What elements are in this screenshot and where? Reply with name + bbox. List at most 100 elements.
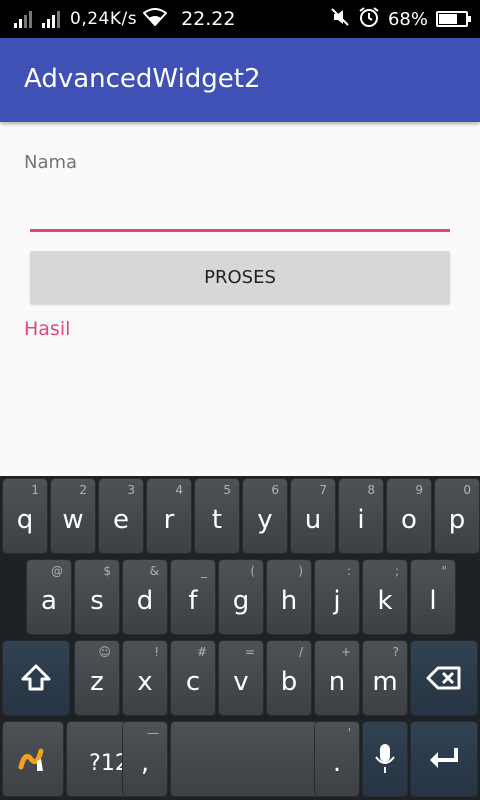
key-n[interactable]: + n	[314, 640, 360, 716]
key-hint: 8	[367, 483, 375, 497]
key-y[interactable]: 6y	[242, 478, 288, 554]
hasil-text: Hasil	[24, 318, 71, 340]
key-hint: 0	[463, 483, 471, 497]
key-j[interactable]: :j	[314, 559, 360, 635]
enter-icon	[430, 748, 458, 768]
key-label: z	[90, 667, 104, 697]
microphone-key[interactable]	[362, 721, 408, 797]
key-v[interactable]: = v	[218, 640, 264, 716]
key-hint: 1	[31, 483, 39, 497]
signal-2-icon	[42, 10, 64, 28]
key-hint: )	[298, 564, 303, 578]
key-hint: #	[196, 645, 207, 659]
key-label: w	[62, 505, 84, 535]
microphone-icon	[375, 744, 395, 773]
key-c[interactable]: # c	[170, 640, 216, 716]
key-label: x	[137, 667, 153, 697]
app-bar: AdvancedWidget2	[0, 38, 480, 122]
key-label: r	[163, 505, 175, 535]
key-label: y	[257, 505, 273, 535]
key-label: n	[328, 667, 346, 697]
key-hint: $	[103, 564, 111, 578]
key-t[interactable]: 5t	[194, 478, 240, 554]
key-q[interactable]: 1q	[2, 478, 48, 554]
status-bar-right: 68%	[330, 6, 471, 33]
key-b[interactable]: / b	[266, 640, 312, 716]
shift-key[interactable]	[2, 640, 70, 716]
key-hint: /	[298, 645, 303, 659]
key-hint: ;	[394, 564, 399, 578]
key-hint: @	[51, 564, 63, 578]
alarm-icon	[358, 6, 380, 33]
key-hint: ?	[392, 645, 399, 659]
key-hint: 4	[175, 483, 183, 497]
key-hint: :	[346, 564, 351, 578]
key-label: t	[211, 505, 223, 535]
key-label: b	[280, 667, 298, 697]
key-label: s	[90, 586, 104, 616]
signal-1-icon	[14, 10, 36, 28]
key-hint: 6	[271, 483, 279, 497]
backspace-icon	[426, 666, 461, 690]
key-p[interactable]: 0p	[434, 478, 480, 554]
mute-icon	[330, 7, 350, 32]
key-k[interactable]: ; k	[362, 559, 408, 635]
key-label: g	[232, 586, 250, 616]
period-key[interactable]: ' .	[314, 721, 360, 797]
key-i[interactable]: 8i	[338, 478, 384, 554]
key-label: q	[16, 505, 34, 535]
battery-icon	[436, 11, 471, 27]
backspace-key[interactable]	[410, 640, 478, 716]
key-hint: 2	[79, 483, 87, 497]
key-hint: 5	[223, 483, 231, 497]
status-bar-left: 0,24K/s 22.22	[14, 7, 236, 31]
comma-key[interactable]: —,	[122, 721, 168, 797]
status-bar: 0,24K/s 22.22 68%	[0, 0, 480, 38]
key-l[interactable]: " l	[410, 559, 456, 635]
key-label: a	[41, 586, 57, 616]
key-d[interactable]: & d	[122, 559, 168, 635]
key-label: u	[304, 505, 322, 535]
key-f[interactable]: _ f	[170, 559, 216, 635]
wifi-icon	[142, 7, 168, 31]
key-hint: "	[441, 564, 447, 578]
key-label: m	[372, 667, 398, 697]
key-hint: +	[340, 645, 351, 659]
key-label: h	[280, 586, 298, 616]
key-h[interactable]: ) h	[266, 559, 312, 635]
enter-key[interactable]	[410, 721, 478, 797]
key-u[interactable]: 7u	[290, 478, 336, 554]
nama-input[interactable]	[30, 186, 450, 232]
key-a[interactable]: @ a	[26, 559, 72, 635]
key-hint: 7	[319, 483, 327, 497]
key-label: l	[429, 586, 437, 616]
key-label: d	[136, 586, 154, 616]
proses-button[interactable]: PROSES	[30, 251, 450, 304]
key-g[interactable]: (g	[218, 559, 264, 635]
key-label: o	[401, 505, 417, 535]
key-r[interactable]: 4r	[146, 478, 192, 554]
shift-icon	[21, 664, 51, 691]
key-s[interactable]: $ s	[74, 559, 120, 635]
key-hint: =	[244, 645, 255, 659]
key-label: f	[188, 586, 198, 616]
network-speed: 0,24K/s	[70, 9, 138, 29]
key-e[interactable]: 3e	[98, 478, 144, 554]
key-x[interactable]: ! x	[122, 640, 168, 716]
key-label: e	[113, 505, 129, 535]
key-label: p	[448, 505, 466, 535]
key-label: j	[333, 586, 341, 616]
clock-time: 22.22	[181, 8, 236, 30]
nama-label: Nama	[24, 152, 78, 173]
key-o[interactable]: 9o	[386, 478, 432, 554]
key-z[interactable]: ☺ z	[74, 640, 120, 716]
key-w[interactable]: 2w	[50, 478, 96, 554]
swype-key[interactable]	[2, 721, 64, 797]
app-title: AdvancedWidget2	[24, 64, 261, 94]
key-hint: !	[154, 645, 159, 659]
soft-keyboard: ▭ ?123 ID ' . 1q2w3e4r5t6y7u8i9o0p@a$s&d…	[0, 476, 480, 800]
key-hint: 3	[127, 483, 135, 497]
key-label: v	[233, 667, 249, 697]
key-hint: ☺	[98, 645, 111, 659]
key-m[interactable]: ? m	[362, 640, 408, 716]
